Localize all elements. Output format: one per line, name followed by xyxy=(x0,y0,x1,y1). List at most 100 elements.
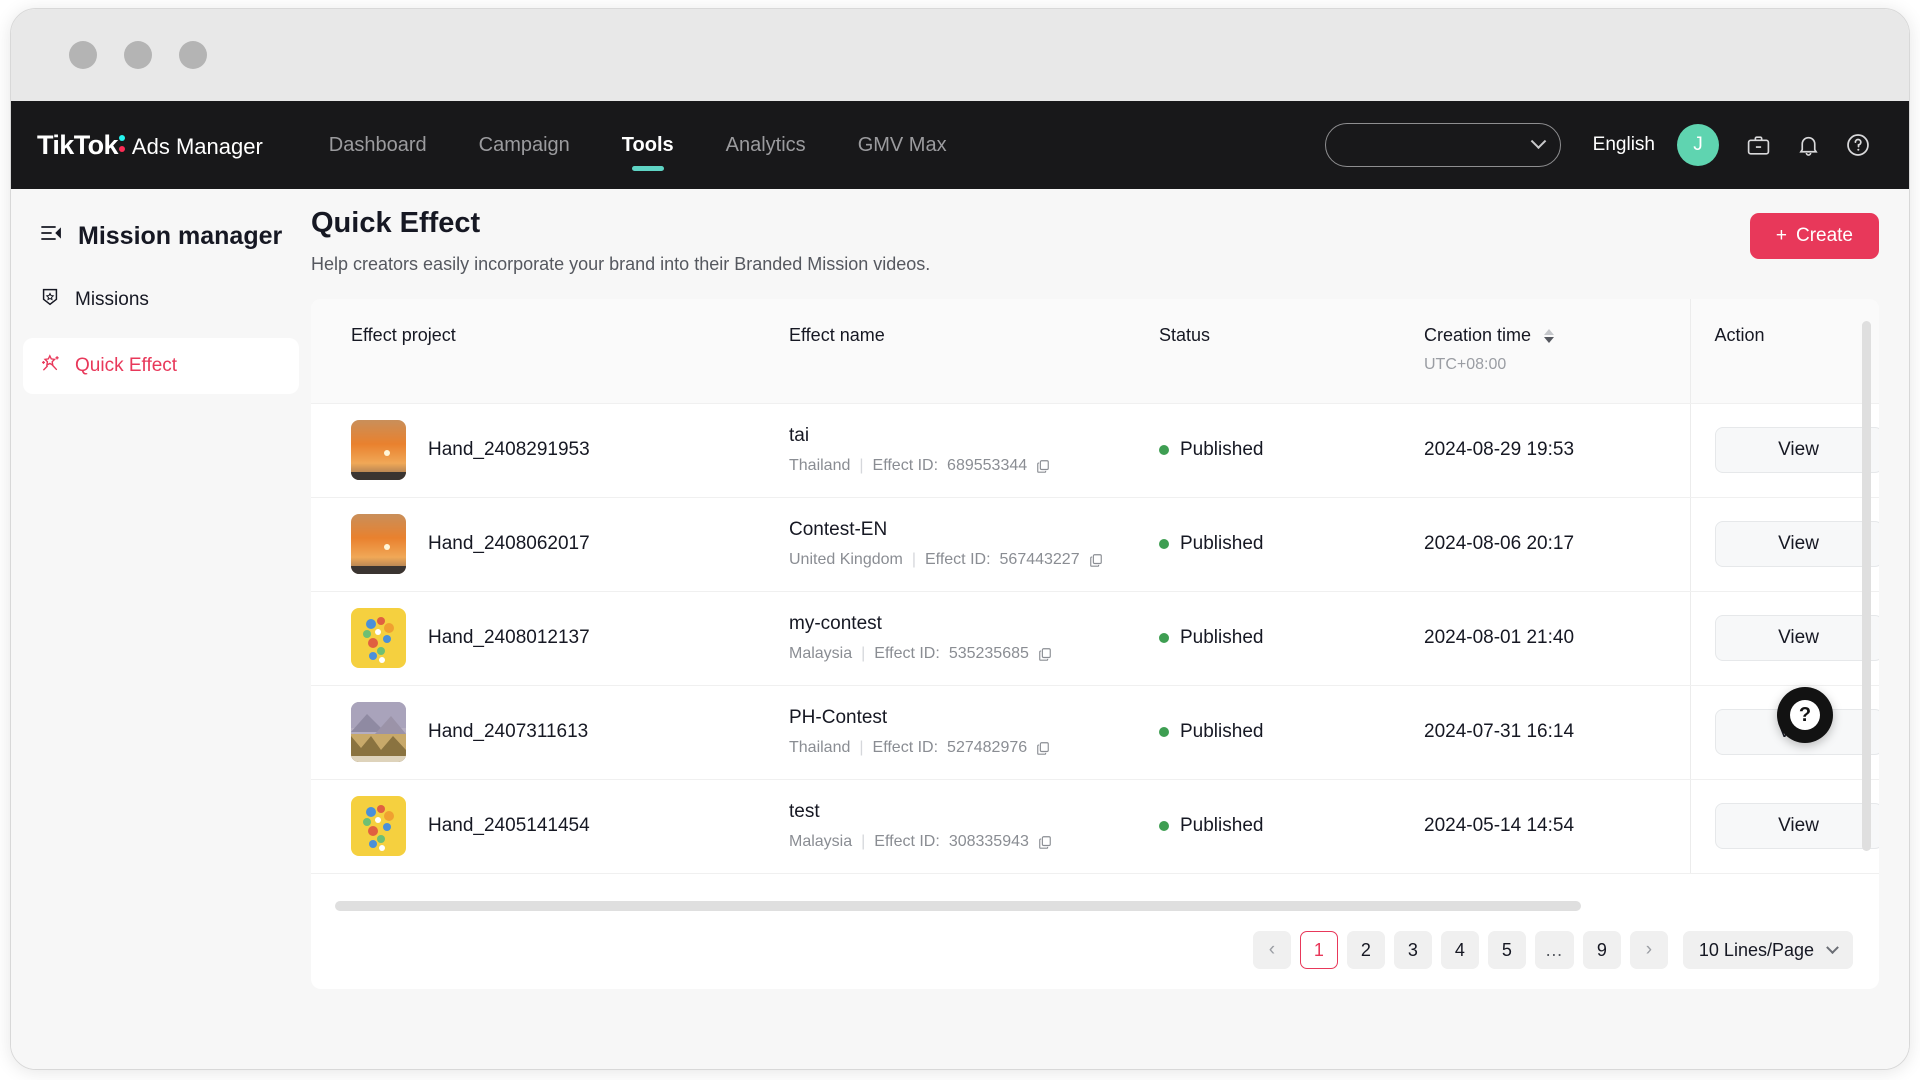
effect-id-value: 567443227 xyxy=(999,551,1080,568)
pagination-next[interactable]: › xyxy=(1629,931,1668,969)
chevron-down-icon xyxy=(1530,132,1546,149)
nav-label: Dashboard xyxy=(328,133,427,156)
page-title: Quick Effect xyxy=(311,207,481,239)
effect-region: Thailand xyxy=(789,739,851,756)
view-button[interactable]: View xyxy=(1714,427,1879,473)
nav-item-campaign[interactable]: Campaign xyxy=(453,101,596,189)
sidebar-item-label: Missions xyxy=(75,289,149,310)
nav-label: Analytics xyxy=(725,133,806,156)
effect-thumbnail-sunset[interactable] xyxy=(351,420,406,480)
status-label: Published xyxy=(1180,533,1264,554)
pagination-page-2[interactable]: 2 xyxy=(1346,931,1385,969)
effect-thumbnail-collage[interactable] xyxy=(351,608,406,668)
sidebar-title-label: Mission manager xyxy=(78,222,283,250)
nav-item-tools[interactable]: Tools xyxy=(596,101,700,189)
briefcase-icon[interactable] xyxy=(1737,124,1779,166)
table-vertical-scrollbar[interactable] xyxy=(1862,321,1871,851)
create-button[interactable]: + Create xyxy=(1749,213,1879,259)
table-horizontal-scrollbar-thumb[interactable] xyxy=(335,901,1582,911)
pagination-page-9[interactable]: 9 xyxy=(1582,931,1621,969)
tiktok-ads-manager-logo[interactable]: TikTok Ads Manager xyxy=(37,130,263,161)
effect-meta: Thailand | Effect ID: 689553344 xyxy=(789,457,1159,475)
cell-effect-name: tai Thailand | Effect ID: 689553344 xyxy=(789,403,1159,498)
pagination-ellipsis[interactable]: … xyxy=(1534,931,1574,969)
meta-separator: | xyxy=(861,833,866,850)
effect-meta: Malaysia | Effect ID: 535235685 xyxy=(789,645,1159,663)
view-button[interactable]: View xyxy=(1714,803,1879,849)
cell-action: View xyxy=(1689,403,1879,498)
effect-project: Hand_2408062017 xyxy=(351,514,789,574)
timezone-label: UTC+08:00 xyxy=(1424,356,1507,373)
avatar[interactable]: J xyxy=(1677,124,1719,166)
meta-separator: | xyxy=(859,739,864,756)
window-dot-maximize[interactable] xyxy=(179,41,207,69)
effect-meta: Thailand | Effect ID: 527482976 xyxy=(789,739,1159,757)
window-dot-minimize[interactable] xyxy=(124,41,152,69)
effect-thumbnail-collage[interactable] xyxy=(351,796,406,856)
cell-creation-time: 2024-07-31 16:14 xyxy=(1424,685,1690,780)
column-header-effect-project: Effect project xyxy=(311,299,789,404)
copy-icon[interactable] xyxy=(1038,647,1052,661)
cell-action: View xyxy=(1689,779,1879,874)
column-header-creation-time[interactable]: Creation time UTC+08:00 xyxy=(1424,299,1690,404)
status-label: Published xyxy=(1180,721,1264,742)
effect-meta: Malaysia | Effect ID: 308335943 xyxy=(789,833,1159,851)
effect-name: Contest-EN xyxy=(789,519,888,540)
table-row: Hand_2408291953 tai Thailand | Effect ID… xyxy=(311,403,1879,498)
copy-icon[interactable] xyxy=(1036,459,1050,473)
pagination-page-1[interactable]: 1 xyxy=(1299,931,1338,969)
nav-item-gmv-max[interactable]: GMV Max xyxy=(832,101,973,189)
sidebar: Mission manager Missions Quick Effect xyxy=(11,189,311,1069)
sort-toggle-icon[interactable] xyxy=(1544,329,1555,344)
column-header-status: Status xyxy=(1159,299,1424,404)
effect-id-value: 308335943 xyxy=(948,833,1029,850)
app-body: Mission manager Missions Quick Effect Qu… xyxy=(11,189,1909,1069)
view-button[interactable]: View xyxy=(1714,615,1879,661)
main-content: Quick Effect Help creators easily incorp… xyxy=(311,189,1909,1069)
table-header-row: Effect project Effect name Status Creati… xyxy=(311,299,1879,404)
page-size-select[interactable]: 10 Lines/Page xyxy=(1682,931,1853,969)
help-fab[interactable]: ? xyxy=(1777,687,1833,743)
column-label: Effect project xyxy=(351,325,456,345)
status-dot-icon xyxy=(1159,633,1169,643)
shield-icon xyxy=(39,286,61,314)
column-label: Status xyxy=(1159,325,1211,345)
effect-id-prefix: Effect ID: xyxy=(874,833,940,850)
cell-creation-time: 2024-05-14 14:54 xyxy=(1424,779,1690,874)
primary-nav-items: Dashboard Campaign Tools Analytics GMV M… xyxy=(303,101,973,189)
cell-status: Published xyxy=(1159,685,1424,780)
effect-id-value: 689553344 xyxy=(947,457,1028,474)
nav-label: Tools xyxy=(621,133,674,156)
cell-effect-project: Hand_2405141454 xyxy=(311,779,789,874)
help-circle-icon[interactable] xyxy=(1837,124,1879,166)
pagination-page-3[interactable]: 3 xyxy=(1393,931,1432,969)
pagination-page-5[interactable]: 5 xyxy=(1487,931,1526,969)
cell-creation-time: 2024-08-06 20:17 xyxy=(1424,497,1690,592)
create-button-label: Create xyxy=(1795,225,1853,246)
copy-icon[interactable] xyxy=(1089,553,1103,567)
nav-item-dashboard[interactable]: Dashboard xyxy=(303,101,453,189)
effect-id-value: 527482976 xyxy=(947,739,1028,756)
status-dot-icon xyxy=(1159,821,1169,831)
pagination-prev[interactable]: ‹ xyxy=(1252,931,1291,969)
question-mark-icon: ? xyxy=(1790,700,1820,730)
window-dot-close[interactable] xyxy=(69,41,97,69)
column-header-effect-name: Effect name xyxy=(789,299,1159,404)
effect-thumbnail-mountain[interactable] xyxy=(351,702,406,762)
sidebar-item-missions[interactable]: Missions xyxy=(23,272,299,328)
copy-icon[interactable] xyxy=(1038,835,1052,849)
view-button[interactable]: View xyxy=(1714,521,1879,567)
table-body: Hand_2408291953 tai Thailand | Effect ID… xyxy=(311,403,1879,874)
effect-name: PH-Contest xyxy=(789,707,888,728)
sidebar-title-mission-manager[interactable]: Mission manager xyxy=(11,211,311,262)
bell-icon[interactable] xyxy=(1787,124,1829,166)
cell-effect-project: Hand_2408062017 xyxy=(311,497,789,592)
account-select[interactable] xyxy=(1324,123,1561,167)
effect-thumbnail-sunset[interactable] xyxy=(351,514,406,574)
cell-status: Published xyxy=(1159,497,1424,592)
language-selector[interactable]: English xyxy=(1593,134,1655,156)
nav-item-analytics[interactable]: Analytics xyxy=(700,101,832,189)
copy-icon[interactable] xyxy=(1036,741,1050,755)
sidebar-item-quick-effect[interactable]: Quick Effect xyxy=(23,338,299,394)
pagination-page-4[interactable]: 4 xyxy=(1440,931,1479,969)
